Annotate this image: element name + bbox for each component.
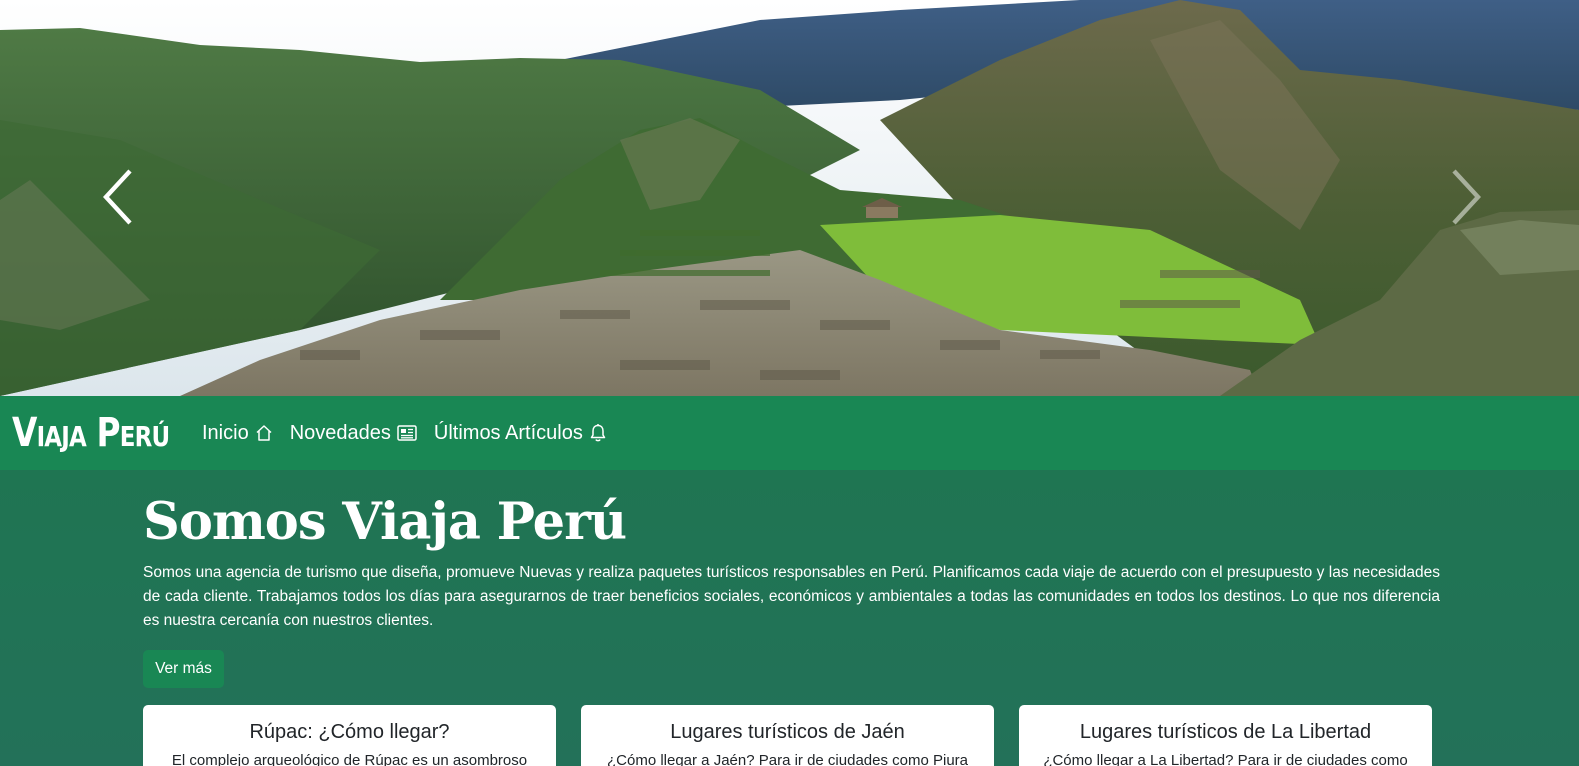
card-text: ¿Cómo llegar a Jaén? Para ir de ciudades… bbox=[606, 752, 969, 766]
nav-item-label: Novedades bbox=[289, 421, 391, 444]
ver-mas-button[interactable]: Ver más bbox=[143, 650, 224, 688]
carousel-prev-button[interactable] bbox=[100, 169, 140, 225]
article-card-jaen[interactable]: Lugares turísticos de Jaén ¿Cómo llegar … bbox=[581, 705, 994, 766]
nav-item-label: Inicio bbox=[202, 421, 249, 444]
nav-item-label: Últimos Artículos bbox=[433, 421, 583, 444]
nav-item-inicio[interactable]: Inicio bbox=[202, 422, 273, 445]
carousel-next-button[interactable] bbox=[1444, 169, 1484, 225]
navbar: Viaja Perú Inicio Novedades Últimos Artí… bbox=[0, 396, 1579, 470]
nav-item-ultimos-articulos[interactable]: Últimos Artículos bbox=[434, 422, 607, 445]
card-title: Rúpac: ¿Cómo llegar? bbox=[249, 721, 450, 743]
card-text: ¿Cómo llegar a La Libertad? Para ir de c… bbox=[1043, 752, 1408, 766]
house-icon bbox=[256, 425, 272, 441]
hero-image bbox=[0, 0, 1579, 396]
main-section: Somos Viaja Perú Somos una agencia de tu… bbox=[0, 470, 1579, 766]
card-text: El complejo arqueológico de Rúpac es un … bbox=[171, 752, 528, 766]
nav-item-novedades[interactable]: Novedades bbox=[290, 422, 417, 445]
article-card-la-libertad[interactable]: Lugares turísticos de La Libertad ¿Cómo … bbox=[1019, 705, 1432, 766]
hero-carousel bbox=[0, 0, 1579, 396]
card-title: Lugares turísticos de Jaén bbox=[670, 721, 905, 743]
page-title: Somos Viaja Perú bbox=[143, 492, 627, 552]
card-title: Lugares turísticos de La Libertad bbox=[1079, 721, 1372, 743]
article-card-rupac[interactable]: Rúpac: ¿Cómo llegar? El complejo arqueol… bbox=[143, 705, 556, 766]
bell-icon bbox=[590, 424, 606, 442]
chevron-left-icon bbox=[103, 169, 132, 225]
newspaper-icon bbox=[397, 425, 417, 441]
chevron-right-icon bbox=[1452, 169, 1481, 225]
intro-paragraph: Somos una agencia de turismo que diseña,… bbox=[143, 564, 1440, 629]
brand-logo[interactable]: Viaja Perú bbox=[12, 410, 170, 456]
